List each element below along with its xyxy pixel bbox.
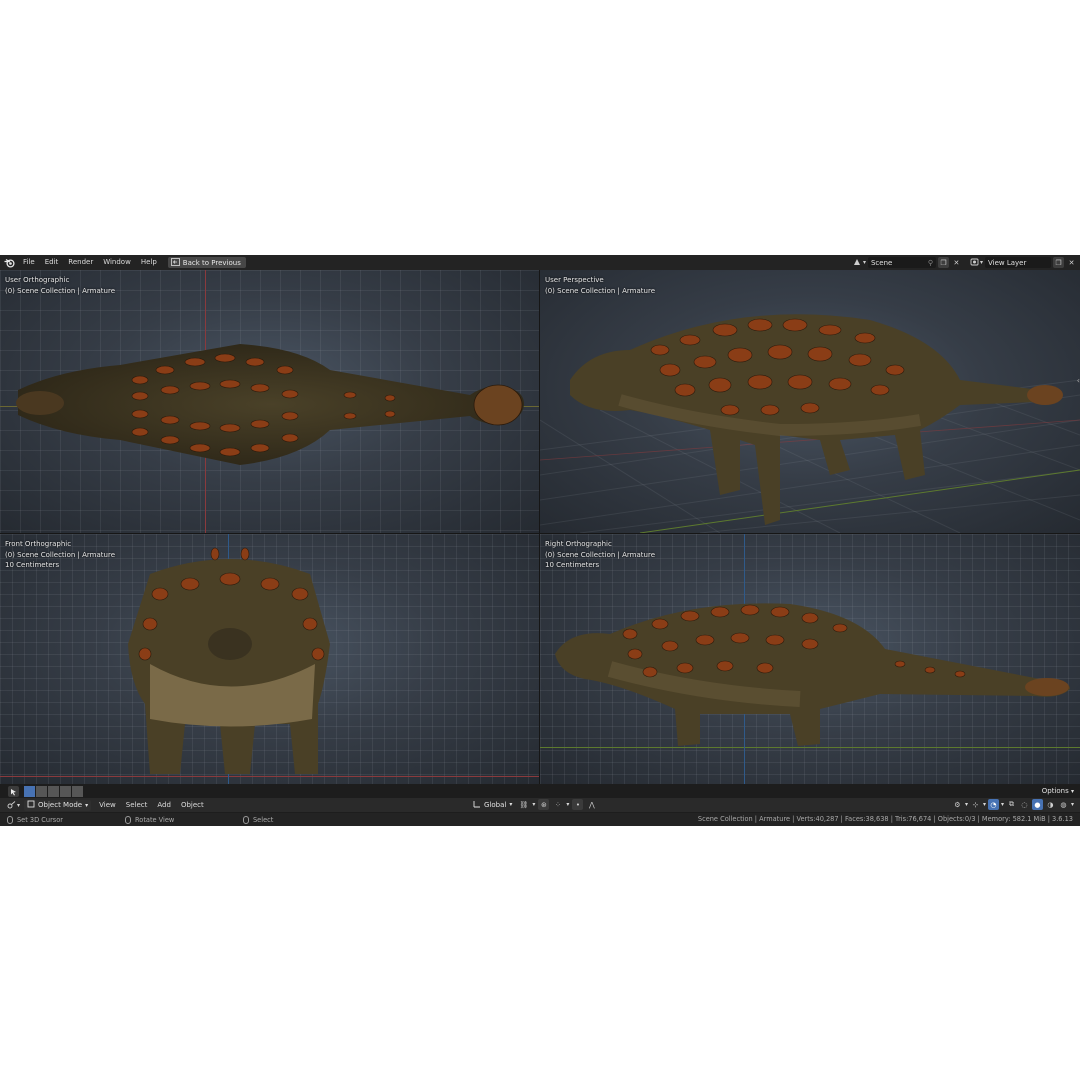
view-layer-field[interactable]: View Layer — [985, 257, 1051, 268]
status-hint-middle: Rotate View — [125, 815, 243, 824]
viewport-front-orthographic[interactable] — [0, 534, 539, 784]
object-mode-label: Object Mode — [38, 801, 83, 809]
view-name: Right Orthographic — [545, 540, 612, 548]
status-hint-right: Select — [243, 815, 274, 824]
view-collection: (0) Scene Collection | Armature — [545, 286, 656, 295]
xray-icon[interactable]: ⧉ — [1006, 799, 1017, 810]
visibility-icon[interactable]: ⚙ — [952, 799, 963, 810]
proportional-icon[interactable]: • — [572, 799, 584, 810]
pivot-icon[interactable]: ⛓ — [518, 799, 529, 810]
menu-add[interactable]: Add — [152, 798, 176, 812]
scene-statistics: Scene Collection | Armature | Verts:40,2… — [697, 815, 1073, 823]
gizmo-icon[interactable]: ⊹ — [970, 799, 981, 810]
scene-selector-button[interactable]: ▾ — [851, 257, 868, 268]
view-layer-selector-button[interactable]: ▾ — [968, 257, 985, 268]
back-arrow-icon — [170, 257, 180, 268]
status-bar: Set 3D Cursor Rotate View Select Scene C… — [0, 813, 1080, 826]
mouse-icon — [7, 815, 13, 824]
view-collection: (0) Scene Collection | Armature — [545, 550, 656, 559]
select-subtract-icon[interactable] — [48, 786, 59, 797]
viewport-label-right-orthographic: Right Orthographic (0) Scene Collection … — [545, 539, 655, 571]
view-scale: 10 Centimeters — [5, 561, 60, 569]
view-collection: (0) Scene Collection | Armature — [5, 286, 116, 295]
menu-render[interactable]: Render — [63, 255, 98, 270]
ankylosaurus-top-view[interactable] — [0, 270, 539, 533]
remove-view-layer-icon[interactable]: ✕ — [1066, 257, 1077, 268]
blender-logo-icon[interactable] — [0, 255, 18, 270]
editor-type-icon[interactable] — [6, 800, 17, 811]
pin-icon[interactable]: ⚲ — [928, 259, 933, 267]
hint-left-label: Set 3D Cursor — [17, 815, 63, 824]
overlay-icon[interactable]: ◔ — [987, 799, 999, 810]
object-mode-dropdown[interactable]: Object Mode ▾ — [24, 799, 92, 811]
shading-rendered-icon[interactable]: ◍ — [1058, 799, 1069, 810]
hint-middle-label: Rotate View — [135, 815, 175, 824]
menu-object[interactable]: Object — [176, 798, 209, 812]
select-new-icon[interactable] — [24, 786, 35, 797]
scene-name-value: Scene — [870, 258, 893, 267]
shading-controls: ⚙ ▾ ⊹ ▾ ◔ ▾ ⧉ ◌ ● ◑ ◍ ▾ — [952, 799, 1074, 810]
select-invert-icon[interactable] — [60, 786, 71, 797]
menu-window[interactable]: Window — [98, 255, 136, 270]
viewport-label-user-perspective: User Perspective (0) Scene Collection | … — [545, 275, 655, 296]
viewport-separator-horizontal[interactable] — [0, 533, 1080, 534]
snap-icon[interactable]: ⊛ — [538, 799, 550, 810]
scene-controls: ▾ Scene ⚲ ❐ ✕ ▾ View Layer ❐ ✕ — [851, 255, 1080, 270]
new-scene-icon[interactable]: ❐ — [937, 257, 949, 268]
viewport-header: ▾ Object Mode ▾ View Select Add Object G… — [0, 798, 1080, 812]
view-layer-value: View Layer — [988, 258, 1027, 267]
mouse-icon — [243, 815, 249, 824]
ankylosaurus-front-view[interactable] — [0, 534, 539, 784]
shading-solid-icon[interactable]: ● — [1031, 799, 1043, 810]
viewport-user-perspective[interactable]: ‹ — [540, 270, 1080, 533]
menu-select[interactable]: Select — [121, 798, 153, 812]
selection-mode-group — [24, 786, 84, 797]
view-layer-icon — [970, 258, 979, 268]
view-name: Front Orthographic — [5, 540, 72, 548]
menu-view[interactable]: View — [94, 798, 121, 812]
snap-target-icon[interactable]: ⁘ — [552, 799, 563, 810]
ankylosaurus-perspective-view[interactable] — [540, 270, 1080, 533]
scene-name-field[interactable]: Scene ⚲ — [867, 257, 936, 268]
global-orientation-icon — [473, 800, 481, 810]
blender-window: File Edit Render Window Help Back to Pre… — [0, 255, 1080, 826]
view-scale: 10 Centimeters — [545, 561, 600, 569]
mouse-icon — [125, 815, 131, 824]
view-name: User Orthographic — [5, 276, 70, 284]
orientation-label: Global — [484, 800, 507, 809]
menu-file[interactable]: File — [18, 255, 40, 270]
viewport-separator-vertical[interactable] — [539, 270, 540, 784]
close-icon[interactable]: ✕ — [951, 257, 962, 268]
menu-edit[interactable]: Edit — [40, 255, 64, 270]
status-hint-left: Set 3D Cursor — [7, 815, 125, 824]
new-view-layer-icon[interactable]: ❐ — [1053, 257, 1064, 268]
select-tool-icon[interactable] — [8, 786, 19, 797]
tool-settings-row: Options ▾ — [0, 784, 1080, 798]
back-to-previous-label: Back to Previous — [182, 258, 241, 267]
view-collection: (0) Scene Collection | Armature — [5, 550, 116, 559]
view-name: User Perspective — [545, 276, 604, 284]
back-to-previous-button[interactable]: Back to Previous — [167, 257, 246, 268]
transform-controls: Global ▾ ⛓ ▾ ⊛ ⁘ ▾ • ⋀ — [470, 799, 597, 810]
menu-help[interactable]: Help — [136, 255, 162, 270]
proportional-falloff-icon[interactable]: ⋀ — [586, 799, 597, 810]
top-menu-bar: File Edit Render Window Help Back to Pre… — [0, 255, 1080, 270]
options-button[interactable]: Options ▾ — [1042, 785, 1074, 797]
select-extend-icon[interactable] — [36, 786, 47, 797]
scene-icon — [853, 258, 862, 268]
object-mode-icon — [27, 800, 35, 810]
transform-orientation-dropdown[interactable]: Global ▾ — [470, 799, 515, 810]
viewport-label-front-orthographic: Front Orthographic (0) Scene Collection … — [5, 539, 115, 571]
hint-right-label: Select — [253, 815, 274, 824]
viewport-user-orthographic[interactable] — [0, 270, 539, 533]
select-intersect-icon[interactable] — [72, 786, 83, 797]
shading-material-icon[interactable]: ◑ — [1045, 799, 1056, 810]
viewport-label-user-orthographic: User Orthographic (0) Scene Collection |… — [5, 275, 115, 296]
shading-wireframe-icon[interactable]: ◌ — [1019, 799, 1030, 810]
ankylosaurus-side-view[interactable] — [540, 534, 1080, 784]
viewport-right-orthographic[interactable] — [540, 534, 1080, 784]
